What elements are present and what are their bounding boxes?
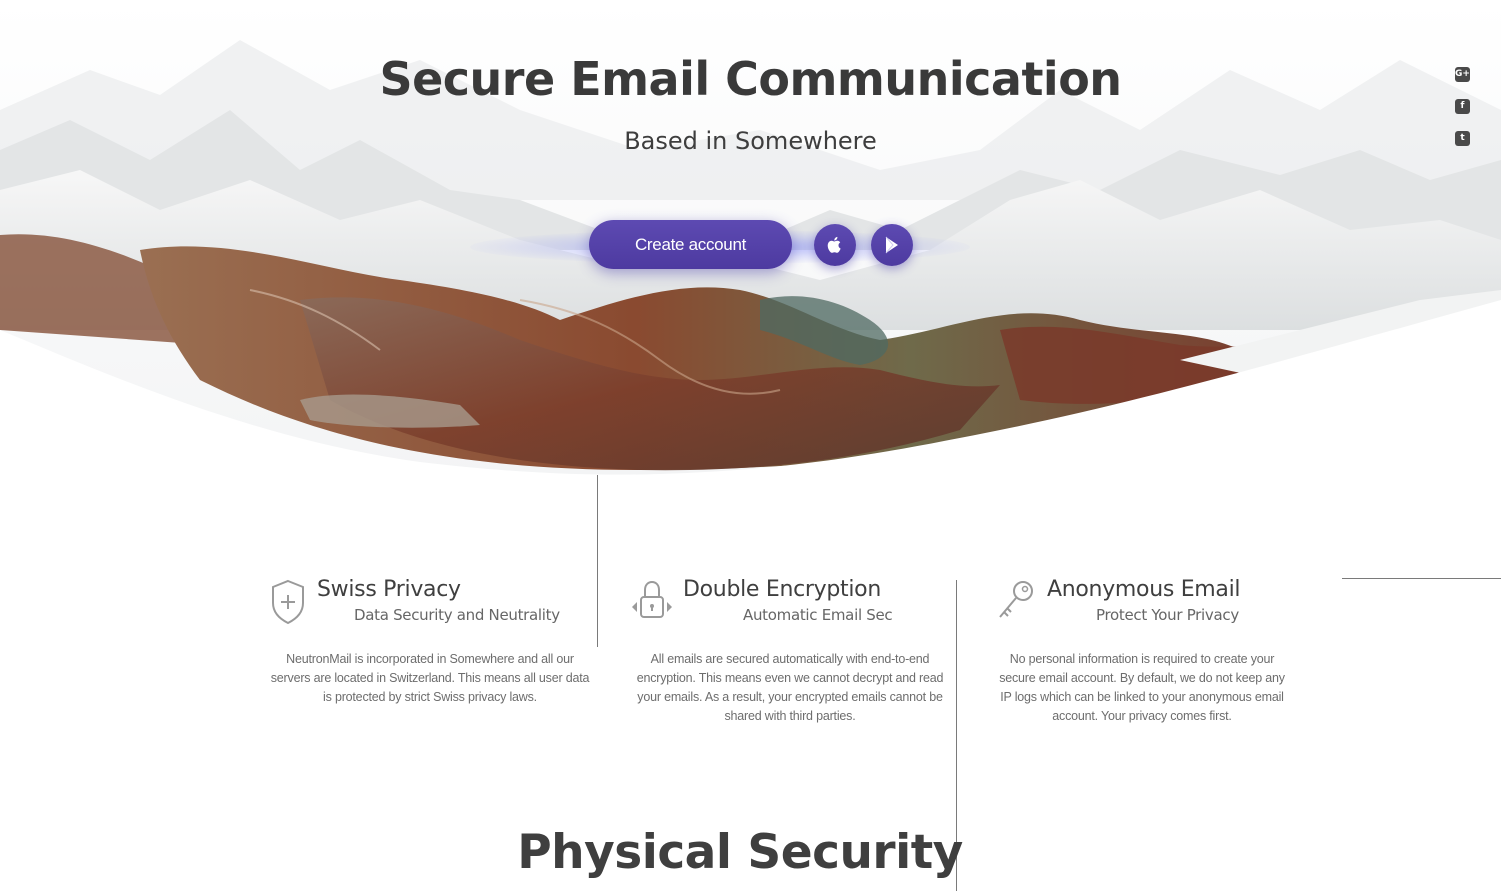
shield-plus-icon <box>272 579 304 625</box>
feature-subtitle: Protect Your Privacy <box>1096 606 1239 624</box>
hero-section: Secure Email Communication Based in Some… <box>0 0 1501 480</box>
google-play-icon <box>885 236 898 254</box>
hero-title: Secure Email Communication <box>379 52 1122 106</box>
facebook-icon[interactable]: f <box>1455 99 1470 114</box>
create-account-button[interactable]: Create account <box>589 220 792 269</box>
landing-page: Secure Email Communication Based in Some… <box>0 0 1501 891</box>
social-links: G+ f t <box>1455 67 1473 163</box>
key-icon <box>999 581 1033 618</box>
padlock-icon <box>632 580 672 618</box>
feature-body: NeutronMail is incorporated in Somewhere… <box>270 652 590 704</box>
google-plus-icon[interactable]: G+ <box>1455 67 1470 82</box>
feature-divider-1 <box>597 475 598 647</box>
twitter-icon[interactable]: t <box>1455 131 1470 146</box>
feature-title: Anonymous Email <box>1047 577 1241 602</box>
apple-icon <box>827 236 841 253</box>
feature-divider-3 <box>1342 578 1501 579</box>
feature-title: Double Encryption <box>683 577 881 602</box>
google-play-button[interactable] <box>871 224 913 266</box>
feature-body: No personal information is required to c… <box>999 652 1285 723</box>
section-title: Physical Security <box>517 825 963 880</box>
feature-subtitle: Data Security and Neutrality <box>354 606 560 624</box>
feature-body: All emails are secured automatically wit… <box>636 652 944 723</box>
feature-title: Swiss Privacy <box>317 577 461 602</box>
feature-subtitle: Automatic Email Sec <box>743 606 893 624</box>
hero-subtitle: Based in Somewhere <box>624 127 877 155</box>
app-store-button[interactable] <box>814 224 856 266</box>
